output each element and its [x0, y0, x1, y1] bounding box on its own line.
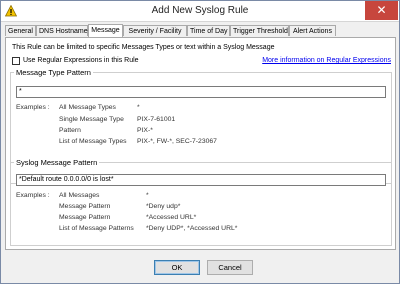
- tab-strip: General DNS Hostname Message Severity / …: [5, 24, 397, 37]
- tab-dns-hostname[interactable]: DNS Hostname: [36, 25, 88, 36]
- close-icon: ✕: [376, 3, 387, 17]
- syslog-example-desc: Message Pattern: [59, 203, 111, 210]
- type-example-desc: List of Message Types: [59, 138, 127, 145]
- type-example-desc: Pattern: [59, 127, 81, 134]
- syslog-examples-label: Examples :: [16, 192, 50, 199]
- tab-trigger-threshold[interactable]: Trigger Threshold: [230, 25, 289, 36]
- syslog-example-value: *: [146, 192, 149, 199]
- tab-alert-actions[interactable]: Alert Actions: [289, 25, 336, 36]
- type-example-value: *: [137, 104, 140, 111]
- title-bar: Add New Syslog Rule ✕: [1, 1, 399, 22]
- message-panel: This Rule can be limited to specific Mes…: [5, 37, 396, 250]
- syslog-message-pattern-label: Syslog Message Pattern: [14, 158, 100, 167]
- tab-severity-facility[interactable]: Severity / Facility: [123, 25, 187, 36]
- type-example-value: PIX-7-61001: [137, 116, 176, 123]
- type-example-value: PIX-*, FW-*, SEC-7-23067: [137, 138, 217, 145]
- close-button[interactable]: ✕: [365, 1, 398, 20]
- regex-checkbox-label: Use Regular Expressions in this Rule: [23, 57, 139, 64]
- syslog-example-value: *Accessed URL*: [146, 214, 197, 221]
- intro-text: This Rule can be limited to specific Mes…: [12, 44, 275, 51]
- tab-time-of-day[interactable]: Time of Day: [187, 25, 230, 36]
- syslog-example-value: *Deny udp*: [146, 203, 181, 210]
- dialog-window: Add New Syslog Rule ✕ General DNS Hostna…: [0, 0, 400, 284]
- cancel-button[interactable]: Cancel: [207, 260, 253, 275]
- type-example-desc: All Message Types: [59, 104, 116, 111]
- syslog-example-value: *Deny UDP*, *Accessed URL*: [146, 225, 238, 232]
- tab-message[interactable]: Message: [88, 24, 123, 37]
- tab-general[interactable]: General: [5, 25, 36, 36]
- ok-button[interactable]: OK: [154, 260, 200, 275]
- message-type-pattern-label: Message Type Pattern: [14, 68, 93, 77]
- syslog-pattern-input[interactable]: *Default route 0.0.0.0/0 is lost*: [16, 174, 386, 186]
- type-examples-label: Examples :: [16, 104, 50, 111]
- syslog-example-desc: List of Message Patterns: [59, 225, 134, 232]
- regex-info-link[interactable]: More information on Regular Expressions: [262, 57, 391, 64]
- dialog-title: Add New Syslog Rule: [151, 5, 249, 16]
- syslog-example-desc: All Messages: [59, 192, 100, 199]
- type-example-desc: Single Message Type: [59, 116, 124, 123]
- type-example-value: PIX-*: [137, 127, 153, 134]
- message-type-input[interactable]: *: [16, 86, 386, 98]
- syslog-example-desc: Message Pattern: [59, 214, 111, 221]
- regex-checkbox[interactable]: [12, 57, 20, 65]
